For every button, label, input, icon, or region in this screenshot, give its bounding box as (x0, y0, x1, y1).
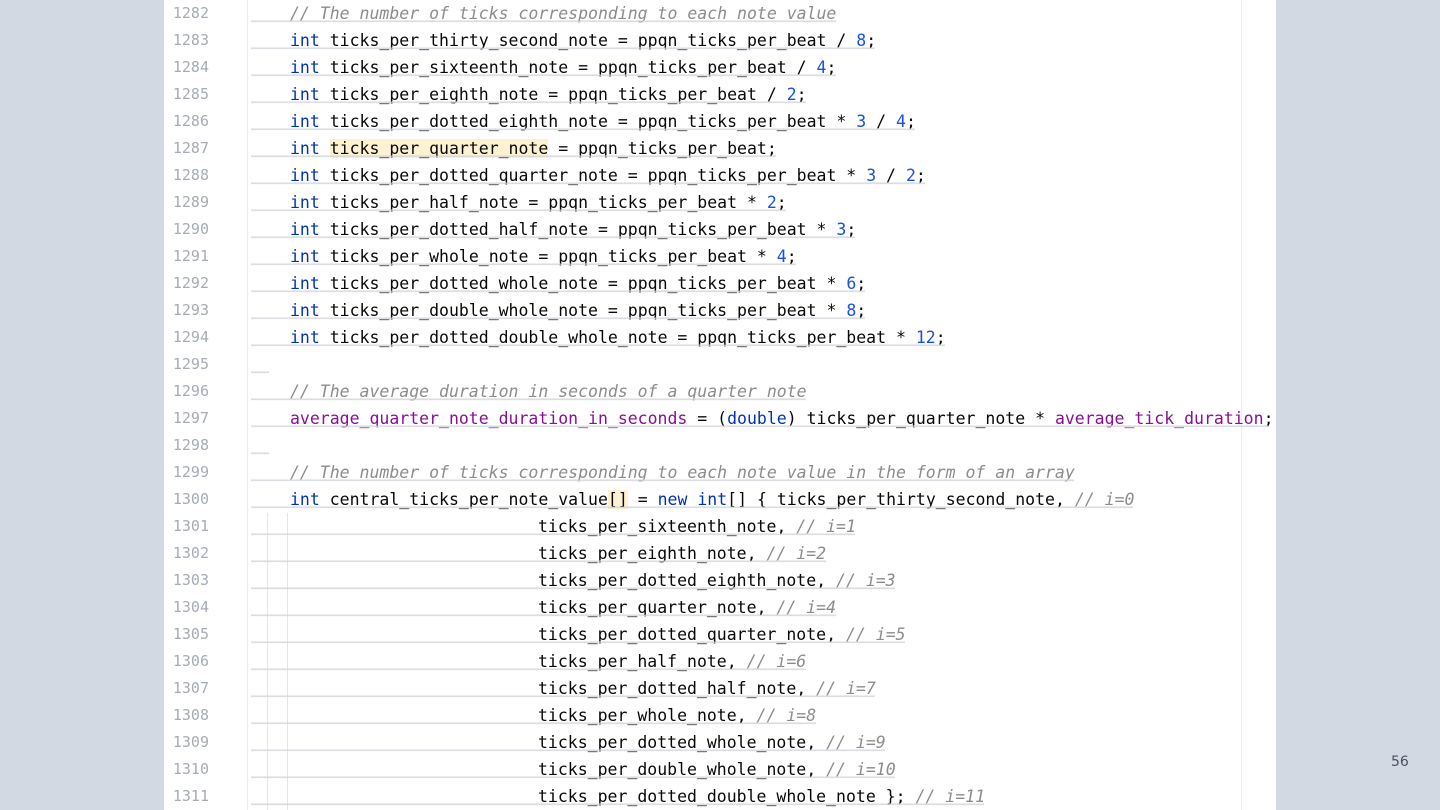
inspection-underline (251, 533, 856, 536)
line-number[interactable]: 1290 (164, 216, 209, 243)
inspection-underline (251, 776, 896, 779)
inspection-underline (251, 614, 836, 617)
line-number[interactable]: 1304 (164, 594, 209, 621)
line-number[interactable]: 1291 (164, 243, 209, 270)
inspection-underline (251, 290, 866, 293)
inspection-underline (251, 128, 915, 131)
code-line[interactable]: 1296// The average duration in seconds o… (164, 378, 1276, 405)
line-number[interactable]: 1294 (164, 324, 209, 351)
inspection-underline (251, 101, 806, 104)
line-number[interactable]: 1306 (164, 648, 209, 675)
line-number[interactable]: 1283 (164, 27, 209, 54)
line-number[interactable]: 1300 (164, 486, 209, 513)
inspection-underline (251, 722, 816, 725)
code-line[interactable]: 1309 ticks_per_dotted_whole_note, // i=9 (164, 729, 1276, 756)
code-line[interactable]: 1287 int ticks_per_quarter_note = ppqn_ti… (164, 135, 1276, 162)
code-line[interactable]: 1297 average_quarter_note_duration_in_sec… (164, 405, 1276, 432)
code-line[interactable]: 1293 int ticks_per_double_whole_note = pp… (164, 297, 1276, 324)
line-number[interactable]: 1311 (164, 783, 209, 810)
code-editor[interactable]: 1282// The number of ticks corresponding… (164, 0, 1276, 810)
inspection-underline (251, 749, 886, 752)
line-number[interactable]: 1287 (164, 135, 209, 162)
code-line[interactable]: 1305 ticks_per_dotted_quarter_note, // i=… (164, 621, 1276, 648)
inspection-underline (251, 344, 945, 347)
code-line[interactable]: 1294 int ticks_per_dotted_double_whole_no… (164, 324, 1276, 351)
code-line[interactable]: 1301 ticks_per_sixteenth_note, // i=1 (164, 513, 1276, 540)
line-number[interactable]: 1297 (164, 405, 209, 432)
inspection-underline (251, 560, 826, 563)
line-number[interactable]: 1295 (164, 351, 209, 378)
inspection-underline (251, 398, 806, 401)
page-number: 56 (1391, 754, 1409, 770)
line-number[interactable]: 1307 (164, 675, 209, 702)
line-number[interactable]: 1284 (164, 54, 209, 81)
inspection-underline (251, 263, 796, 266)
inspection-underline (251, 641, 906, 644)
code-line[interactable]: 1295 (164, 351, 1276, 378)
line-number[interactable]: 1298 (164, 432, 209, 459)
code-line[interactable]: 1308 ticks_per_whole_note, // i=8 (164, 702, 1276, 729)
line-number[interactable]: 1299 (164, 459, 209, 486)
code-line[interactable]: 1303 ticks_per_dotted_eighth_note, // i=3 (164, 567, 1276, 594)
code-line[interactable]: 1304 ticks_per_quarter_note, // i=4 (164, 594, 1276, 621)
code-line[interactable]: 1298 (164, 432, 1276, 459)
inspection-underline (251, 452, 269, 455)
inspection-underline (251, 668, 806, 671)
inspection-underline (251, 506, 1134, 509)
line-number[interactable]: 1285 (164, 81, 209, 108)
inspection-underline (251, 20, 836, 23)
line-number[interactable]: 1309 (164, 729, 209, 756)
code-line[interactable]: 1292 int ticks_per_dotted_whole_note = pp… (164, 270, 1276, 297)
code-line[interactable]: 1284 int ticks_per_sixteenth_note = ppqn_… (164, 54, 1276, 81)
inspection-underline (251, 182, 925, 185)
inspection-underline (251, 695, 876, 698)
inspection-underline (251, 209, 786, 212)
code-line[interactable]: 1288 int ticks_per_dotted_quarter_note = … (164, 162, 1276, 189)
line-number[interactable]: 1293 (164, 297, 209, 324)
inspection-underline (251, 47, 876, 50)
inspection-underline (251, 155, 777, 158)
line-number[interactable]: 1292 (164, 270, 209, 297)
code-line[interactable]: 1307 ticks_per_dotted_half_note, // i=7 (164, 675, 1276, 702)
line-number[interactable]: 1288 (164, 162, 209, 189)
code-line[interactable]: 1310 ticks_per_double_whole_note, // i=10 (164, 756, 1276, 783)
line-number[interactable]: 1310 (164, 756, 209, 783)
inspection-underline (251, 74, 836, 77)
inspection-underline (251, 803, 985, 806)
inspection-underline (251, 317, 866, 320)
line-number[interactable]: 1301 (164, 513, 209, 540)
code-line[interactable]: 1286 int ticks_per_dotted_eighth_note = p… (164, 108, 1276, 135)
inspection-underline (251, 236, 856, 239)
line-number[interactable]: 1308 (164, 702, 209, 729)
code-line[interactable]: 1311 ticks_per_dotted_double_whole_note }… (164, 783, 1276, 810)
line-number[interactable]: 1282 (164, 0, 209, 27)
code-line[interactable]: 1291 int ticks_per_whole_note = ppqn_tick… (164, 243, 1276, 270)
line-number[interactable]: 1296 (164, 378, 209, 405)
code-line[interactable]: 1289 int ticks_per_half_note = ppqn_ticks… (164, 189, 1276, 216)
line-number[interactable]: 1289 (164, 189, 209, 216)
line-number[interactable]: 1302 (164, 540, 209, 567)
code-line[interactable]: 1299// The number of ticks corresponding… (164, 459, 1276, 486)
code-line[interactable]: 1306 ticks_per_half_note, // i=6 (164, 648, 1276, 675)
code-line[interactable]: 1285 int ticks_per_eighth_note = ppqn_tic… (164, 81, 1276, 108)
inspection-underline (251, 425, 1268, 428)
code-line[interactable]: 1302 ticks_per_eighth_note, // i=2 (164, 540, 1276, 567)
line-number[interactable]: 1305 (164, 621, 209, 648)
code-line[interactable]: 1300 int central_ticks_per_note_value[] =… (164, 486, 1276, 513)
inspection-underline (251, 371, 269, 374)
code-line[interactable]: 1283 int ticks_per_thirty_second_note = p… (164, 27, 1276, 54)
line-number[interactable]: 1303 (164, 567, 209, 594)
code-line[interactable]: 1282// The number of ticks corresponding… (164, 0, 1276, 27)
inspection-underline (251, 479, 1074, 482)
code-line[interactable]: 1290 int ticks_per_dotted_half_note = ppq… (164, 216, 1276, 243)
line-number[interactable]: 1286 (164, 108, 209, 135)
inspection-underline (251, 587, 896, 590)
